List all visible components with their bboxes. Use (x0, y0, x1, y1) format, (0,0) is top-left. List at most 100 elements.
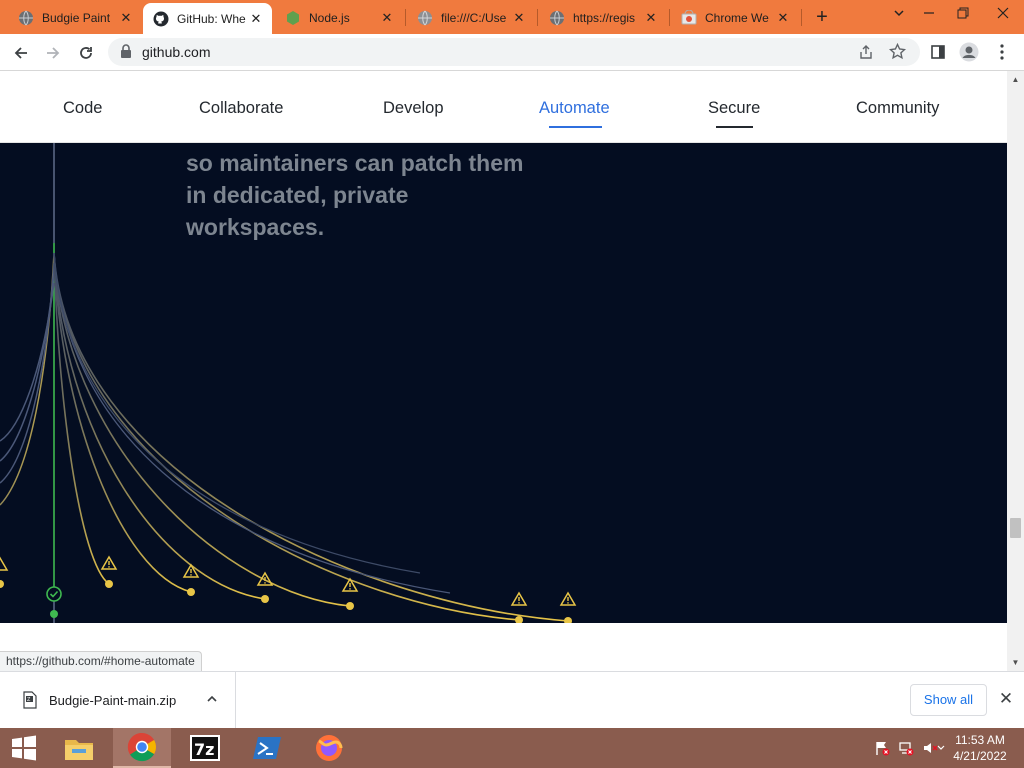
branch-curve (53, 252, 266, 600)
tab-file[interactable]: file:///C:/Use ✕ (407, 3, 535, 32)
endpoint-dot (346, 602, 354, 610)
browser-toolbar: github.com (0, 34, 1024, 71)
close-tab-icon[interactable]: ✕ (379, 10, 395, 26)
scroll-thumb[interactable] (1010, 518, 1021, 538)
hero-description: so maintainers can patch them in dedicat… (186, 147, 566, 243)
chevron-up-icon[interactable] (206, 692, 218, 710)
close-window-button[interactable] (982, 0, 1024, 30)
tab-strip: Budgie Paint ✕ GitHub: Whe ✕ Node.js ✕ f… (0, 0, 1024, 34)
tab-search-button[interactable] (882, 0, 916, 30)
address-text: github.com (142, 44, 211, 60)
action-center-flag-icon[interactable] (874, 740, 890, 756)
forward-button[interactable] (40, 40, 66, 66)
tab-title: file:///C:/Use (441, 10, 507, 25)
endpoint-dot (515, 616, 523, 623)
endpoint-dot (105, 580, 113, 588)
file-explorer-icon (65, 740, 93, 760)
reload-button[interactable] (73, 40, 99, 66)
system-clock[interactable]: 11:53 AM 4/21/2022 (946, 732, 1014, 764)
status-url-bubble: https://github.com/#home-automate (0, 651, 202, 671)
firefox-icon (316, 735, 343, 761)
branch-curve (53, 252, 351, 607)
endpoint-dot (187, 588, 195, 596)
endpoint-dot (0, 580, 4, 588)
subnav-code[interactable]: Code (63, 99, 102, 118)
svg-text:Z: Z (27, 697, 31, 703)
download-file-name: Budgie-Paint-main.zip (49, 693, 177, 708)
taskbar-7zip[interactable]: 7z (176, 728, 234, 768)
tab-separator (537, 9, 538, 26)
tab-budgie-paint[interactable]: Budgie Paint ✕ (8, 3, 142, 32)
clock-date: 4/21/2022 (953, 749, 1007, 763)
subnav-hover-underline (716, 126, 753, 128)
back-arrow-icon (14, 47, 27, 59)
forward-arrow-icon (47, 47, 60, 59)
chrome-icon (127, 732, 156, 762)
close-tab-icon[interactable]: ✕ (118, 10, 134, 26)
bookmark-star-icon[interactable] (888, 42, 907, 65)
tab-separator (801, 9, 802, 26)
close-shelf-icon[interactable]: ✕ (996, 689, 1016, 709)
close-tab-icon[interactable]: ✕ (643, 10, 659, 26)
scroll-up-icon[interactable]: ▲ (1007, 71, 1024, 88)
chevron-down-icon[interactable] (936, 740, 946, 756)
subnav-community[interactable]: Community (856, 99, 939, 118)
tab-title: Budgie Paint (42, 10, 111, 25)
success-dot (50, 610, 58, 618)
tab-chrome-webstore[interactable]: Chrome We ✕ (671, 3, 799, 32)
tab-separator (405, 9, 406, 26)
taskbar-firefox[interactable] (300, 728, 358, 768)
page-viewport: Code Collaborate Develop Automate Secure… (0, 71, 1024, 671)
side-panel-icon[interactable] (928, 42, 948, 62)
lock-icon[interactable] (120, 44, 132, 63)
clock-time: 11:53 AM (955, 733, 1005, 747)
hero-line: in dedicated, private (186, 182, 409, 208)
taskbar-powershell[interactable] (238, 728, 296, 768)
close-tab-icon[interactable]: ✕ (248, 11, 264, 27)
7zip-icon: 7z (190, 735, 220, 761)
download-item[interactable]: Z Budgie-Paint-main.zip (8, 672, 236, 729)
minimize-icon (924, 12, 934, 14)
new-tab-button[interactable]: + (810, 4, 834, 30)
kebab-menu-icon[interactable] (992, 42, 1012, 62)
tab-title: Node.js (309, 10, 350, 25)
subnav-secure[interactable]: Secure (708, 99, 760, 118)
reload-icon (80, 47, 92, 59)
zip-file-icon: Z (22, 691, 38, 714)
back-button[interactable] (8, 40, 34, 66)
restore-icon (957, 7, 969, 19)
tab-title: Chrome We (705, 10, 769, 25)
tab-nodejs[interactable]: Node.js ✕ (275, 3, 403, 32)
share-icon[interactable] (858, 44, 874, 65)
svg-text:7z: 7z (194, 740, 214, 759)
show-all-button[interactable]: Show all (910, 684, 987, 716)
branch-curve (0, 252, 55, 506)
automate-hero-section: so maintainers can patch them in dedicat… (0, 143, 1007, 623)
globe-icon (549, 10, 565, 26)
profile-avatar-icon[interactable] (959, 42, 979, 62)
restore-button[interactable] (946, 0, 980, 30)
start-button[interactable] (0, 728, 48, 768)
taskbar-file-explorer[interactable] (50, 728, 108, 768)
hero-line: so maintainers can patch them (186, 150, 524, 176)
subnav-automate[interactable]: Automate (539, 99, 610, 118)
branch-curve (53, 252, 520, 621)
branch-curve (53, 252, 569, 622)
subnav-collaborate[interactable]: Collaborate (199, 99, 283, 118)
scroll-down-icon[interactable]: ▼ (1007, 654, 1024, 671)
taskbar-chrome[interactable] (113, 728, 171, 768)
page-scrollbar[interactable]: ▲ ▼ (1007, 71, 1024, 671)
tab-github[interactable]: GitHub: Whe ✕ (143, 3, 272, 34)
nodejs-icon (285, 10, 301, 26)
tab-separator (669, 9, 670, 26)
address-bar[interactable]: github.com (108, 38, 920, 66)
minimize-button[interactable] (912, 0, 946, 30)
close-tab-icon[interactable]: ✕ (511, 10, 527, 26)
close-tab-icon[interactable]: ✕ (775, 10, 791, 26)
tab-https-regis[interactable]: https://regis ✕ (539, 3, 667, 32)
globe-icon (417, 10, 433, 26)
download-shelf: Z Budgie-Paint-main.zip Show all ✕ (0, 671, 1024, 729)
warning-icon (0, 555, 577, 606)
subnav-develop[interactable]: Develop (383, 99, 444, 118)
network-icon[interactable] (898, 740, 914, 756)
